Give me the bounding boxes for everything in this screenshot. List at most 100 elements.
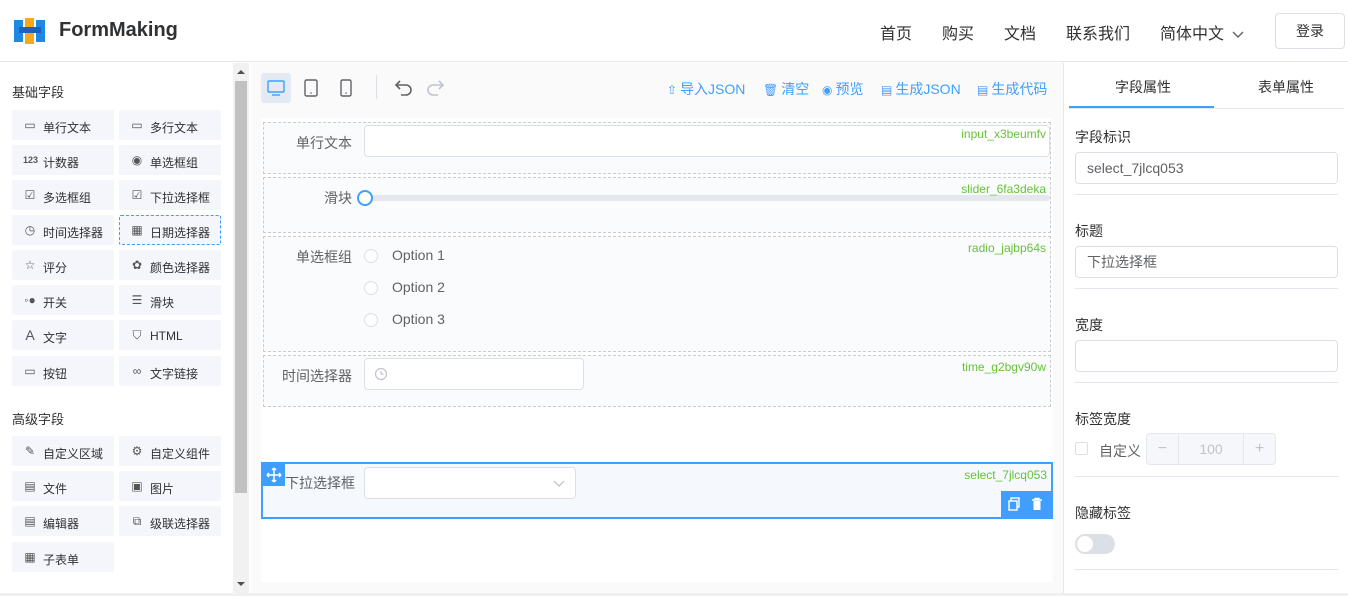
generate-code-button[interactable]: ▤ 生成代码 bbox=[977, 79, 1047, 99]
radio-option[interactable]: Option 2 bbox=[364, 279, 445, 296]
clear-button[interactable]: 🗑︎ 清空 bbox=[763, 79, 809, 99]
field-id-input[interactable]: select_7jlcq053 bbox=[1075, 152, 1338, 184]
redo-button[interactable] bbox=[421, 73, 451, 103]
html-icon: ⛉ bbox=[132, 328, 142, 342]
divider bbox=[1075, 476, 1338, 477]
login-button[interactable]: 登录 bbox=[1275, 13, 1345, 49]
edit-area-icon: ✎ bbox=[24, 444, 36, 458]
language-label: 简体中文 bbox=[1160, 26, 1225, 43]
slider-handle[interactable] bbox=[357, 190, 373, 206]
tab-field-properties[interactable]: 字段属性 bbox=[1115, 77, 1171, 97]
drag-handle[interactable] bbox=[263, 464, 285, 486]
tablet-icon bbox=[304, 79, 318, 97]
top-bar: FormMaking 首页 购买 文档 联系我们 简体中文 登录 bbox=[0, 0, 1348, 62]
stepper-value[interactable]: 100 bbox=[1179, 434, 1243, 464]
radio-option[interactable]: Option 1 bbox=[364, 247, 445, 264]
delete-icon[interactable] bbox=[1029, 496, 1045, 512]
custom-checkbox[interactable] bbox=[1075, 442, 1088, 455]
language-dropdown[interactable]: 简体中文 bbox=[1160, 20, 1244, 44]
field-file[interactable]: ▤ 文件 bbox=[12, 471, 114, 501]
field-slider[interactable]: ☰ 滑块 bbox=[119, 285, 221, 315]
field-switch[interactable]: ◦● 开关 bbox=[12, 285, 114, 315]
field-button[interactable]: ▭ 按钮 bbox=[12, 356, 114, 386]
palette-scrollbar[interactable] bbox=[233, 63, 249, 593]
custom-label: 自定义 bbox=[1099, 443, 1141, 459]
radio-option[interactable]: Option 3 bbox=[364, 311, 445, 328]
form-canvas[interactable]: 单行文本 input_x3beumfv 滑块 slider_6fa3deka 单… bbox=[261, 118, 1053, 582]
hide-label-switch[interactable] bbox=[1075, 534, 1115, 554]
field-custom-area[interactable]: ✎ 自定义区域 bbox=[12, 436, 114, 466]
field-label: 滑块 bbox=[324, 190, 352, 206]
field-editor[interactable]: ▤ 编辑器 bbox=[12, 506, 114, 536]
field-select[interactable]: ☑ 下拉选择框 bbox=[119, 180, 221, 210]
field-checkbox[interactable]: ☑ 多选框组 bbox=[12, 180, 114, 210]
field-image[interactable]: ▣ 图片 bbox=[119, 471, 221, 501]
field-rate[interactable]: ☆ 评分 bbox=[12, 250, 114, 280]
redo-icon bbox=[427, 80, 445, 96]
field-time[interactable]: ◷ 时间选择器 bbox=[12, 215, 114, 245]
nav-contact[interactable]: 联系我们 bbox=[1066, 20, 1130, 44]
form-item-radio[interactable]: 单选框组 Option 1 Option 2 Option 3 radio_ja… bbox=[263, 236, 1051, 352]
tab-form-properties[interactable]: 表单属性 bbox=[1258, 77, 1314, 97]
form-item-slider[interactable]: 滑块 slider_6fa3deka bbox=[263, 177, 1051, 233]
label-width-stepper[interactable]: − 100 + bbox=[1146, 433, 1276, 465]
pc-view-button[interactable] bbox=[261, 73, 291, 103]
field-label: 时间选择器 bbox=[282, 368, 352, 384]
field-textarea[interactable]: ▭ 多行文本 bbox=[119, 110, 221, 140]
nav-buy[interactable]: 购买 bbox=[942, 20, 974, 44]
field-input[interactable]: ▭ 单行文本 bbox=[12, 110, 114, 140]
time-picker-input[interactable] bbox=[364, 358, 584, 390]
field-color[interactable]: ✿ 颜色选择器 bbox=[119, 250, 221, 280]
form-item-select-selected[interactable]: 下拉选择框 select_7jlcq053 bbox=[261, 462, 1053, 519]
monitor-icon bbox=[267, 80, 285, 96]
preview-button[interactable]: ◉ 预览 bbox=[822, 79, 863, 99]
text-input[interactable] bbox=[364, 125, 1050, 157]
image-icon: ▣ bbox=[131, 479, 143, 493]
move-icon bbox=[266, 467, 282, 483]
title-input[interactable]: 下拉选择框 bbox=[1075, 246, 1338, 278]
tablet-view-button[interactable] bbox=[296, 73, 326, 103]
field-palette: 基础字段 ▭ 单行文本 ▭ 多行文本 123 计数器 ◉ 单选框组 ☑ 多选框组 ☑ 下拉选… bbox=[0, 63, 233, 593]
generate-json-button[interactable]: ▤ 生成JSON bbox=[881, 79, 961, 99]
field-subform[interactable]: ▦ 子表单 bbox=[12, 542, 114, 572]
properties-panel: 字段属性 表单属性 字段标识 select_7jlcq053 标题 下拉选择框 … bbox=[1063, 63, 1348, 593]
width-label: 宽度 bbox=[1075, 317, 1103, 333]
undo-button[interactable] bbox=[388, 73, 418, 103]
copy-icon[interactable] bbox=[1006, 496, 1022, 512]
basic-fields-title: 基础字段 bbox=[12, 85, 65, 100]
field-text[interactable]: A 文字 bbox=[12, 320, 114, 350]
form-item-time[interactable]: 时间选择器 time_g2bgv90w bbox=[263, 355, 1051, 407]
form-item-input[interactable]: 单行文本 input_x3beumfv bbox=[263, 122, 1051, 174]
minus-icon[interactable]: − bbox=[1147, 434, 1179, 464]
scrollbar-thumb[interactable] bbox=[235, 81, 247, 493]
field-radio[interactable]: ◉ 单选框组 bbox=[119, 145, 221, 175]
mobile-view-button[interactable] bbox=[331, 73, 361, 103]
slider-icon: ☰ bbox=[131, 293, 143, 307]
field-date[interactable]: ▦ 日期选择器 bbox=[119, 215, 221, 245]
field-html[interactable]: ⛉ HTML bbox=[119, 320, 221, 350]
radio-circle-icon bbox=[364, 313, 378, 328]
field-link[interactable]: ∞ 文字链接 bbox=[119, 356, 221, 386]
select-input[interactable] bbox=[364, 467, 576, 499]
nav-home[interactable]: 首页 bbox=[880, 20, 912, 44]
divider bbox=[1075, 288, 1338, 289]
item-actions bbox=[1001, 491, 1051, 517]
field-cascader[interactable]: ⧉ 级联选择器 bbox=[119, 506, 221, 536]
brand-name: FormMaking bbox=[59, 19, 178, 41]
field-number[interactable]: 123 计数器 bbox=[12, 145, 114, 175]
button-icon: ▭ bbox=[24, 364, 36, 378]
field-custom-component[interactable]: ⚙ 自定义组件 bbox=[119, 436, 221, 466]
scroll-down-icon[interactable] bbox=[233, 577, 249, 591]
plus-icon[interactable]: + bbox=[1243, 434, 1275, 464]
scroll-up-icon[interactable] bbox=[233, 65, 249, 79]
palette-icon: ✿ bbox=[131, 258, 143, 272]
slider-track[interactable] bbox=[364, 195, 1050, 201]
width-input[interactable] bbox=[1075, 340, 1338, 372]
number-icon: 123 bbox=[23, 155, 39, 165]
textarea-icon: ▭ bbox=[131, 118, 143, 132]
input-icon: ▭ bbox=[24, 118, 36, 132]
label-width-label: 标签宽度 bbox=[1075, 411, 1131, 427]
hide-label-label: 隐藏标签 bbox=[1075, 505, 1131, 521]
nav-docs[interactable]: 文档 bbox=[1004, 20, 1036, 44]
import-json-button[interactable]: ⇧ 导入JSON bbox=[667, 79, 745, 99]
